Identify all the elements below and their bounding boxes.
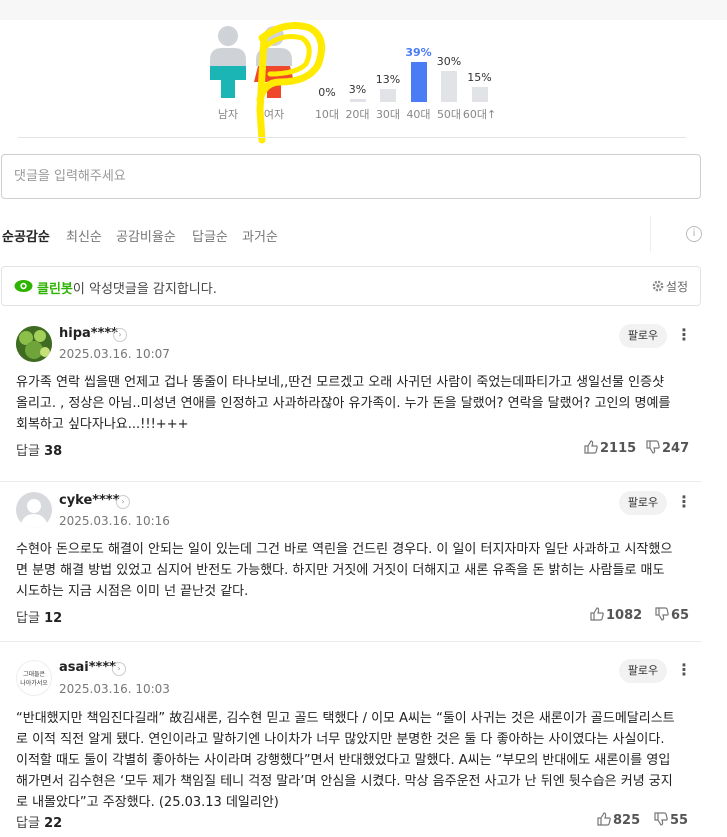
top-strip [0, 0, 727, 20]
age-label: 60대↑ [462, 108, 497, 121]
female-label: 여자 [263, 108, 285, 121]
like-button[interactable]: 2115 [584, 440, 636, 456]
tab-sort-popular[interactable]: 순공감순 [2, 226, 50, 245]
cleanbot-eye-icon [14, 280, 33, 292]
age-percent: 13% [375, 73, 401, 86]
like-count: 2115 [600, 441, 637, 456]
follow-button[interactable]: 팔로우 [619, 659, 667, 683]
comment-text: 수현아 돈으로도 해결이 안되는 일이 있는데 그건 바로 역린을 건드린 경우… [16, 542, 673, 599]
tab-sort-ratio[interactable]: 공감비율순 [116, 226, 176, 245]
age-bar [410, 62, 427, 102]
reply-label: 답글 [16, 444, 40, 459]
comment-text: “반대했지만 책임진다길래” 故김새론, 김수현 믿고 골드 택했다 / 이모 … [16, 711, 675, 810]
reply-count: 12 [44, 611, 63, 626]
more-options-icon[interactable]: ⋮ [676, 660, 692, 682]
age-percent: 30% [436, 55, 462, 68]
age-bar [441, 71, 457, 102]
female-head-icon [264, 26, 284, 46]
age-percent: 15% [467, 71, 492, 84]
more-options-icon[interactable]: ⋮ [676, 325, 692, 347]
reply-button[interactable]: 답글 22 [16, 812, 62, 831]
username[interactable]: cyke**** [59, 493, 120, 508]
avatar[interactable]: 그대들은 나아가서오 [16, 660, 52, 696]
stats-divider [18, 137, 686, 138]
comment-date: 2025.03.16. 10:07 [59, 347, 170, 361]
comment-date: 2025.03.16. 10:03 [59, 682, 170, 696]
reply-count: 22 [44, 816, 63, 831]
dislike-button[interactable]: 65 [655, 607, 689, 623]
comment-text: 유가족 연락 씹을땐 언제고 겁나 똥줄이 타나보네,,딴건 모르겠고 오래 사… [16, 375, 671, 432]
avatar[interactable] [16, 326, 52, 362]
thumbs-up-icon [584, 440, 598, 454]
tab-sort-oldest[interactable]: 과거순 [242, 226, 278, 245]
avatar-text-top: 그대들은 [22, 671, 46, 678]
reply-label: 답글 [16, 611, 40, 626]
follow-button[interactable]: 팔로우 [619, 491, 667, 515]
age-bar [471, 87, 488, 102]
cleanbot-name: 클린봇 [37, 282, 73, 297]
thumbs-up-icon [597, 812, 611, 826]
username[interactable]: asai**** [59, 660, 116, 675]
thumbs-down-icon [654, 812, 668, 826]
dislike-button[interactable]: 247 [646, 440, 689, 456]
cleanbot-settings-button[interactable]: 설정 [652, 278, 688, 295]
age-bar [380, 89, 396, 102]
age-bar [349, 99, 366, 102]
comment-input[interactable]: 댓글을 입력해주세요 [1, 154, 701, 199]
default-avatar-icon [16, 492, 52, 528]
cleanbot-bar: 클린봇이 악성댓글을 감지합니다. 설정 [1, 266, 701, 306]
comment-item: hipa**** › 2025.03.16. 10:07 팔로우 ⋮ 유가족 연… [0, 312, 702, 482]
gear-icon [652, 280, 664, 292]
male-head-icon [218, 26, 238, 46]
like-button[interactable]: 1082 [590, 607, 642, 623]
like-count: 1082 [606, 608, 643, 623]
sort-separator [650, 216, 651, 252]
tab-sort-replies[interactable]: 답글순 [192, 226, 228, 245]
cleanbot-text: 이 악성댓글을 감지합니다. [72, 282, 217, 297]
female-figure-icon [254, 48, 294, 98]
thumbs-down-icon [646, 440, 660, 454]
sort-tabs: 순공감순 최신순 공감비율순 답글순 과거순 i [0, 216, 702, 252]
settings-label: 설정 [665, 280, 688, 294]
reply-count: 38 [44, 444, 63, 459]
dislike-count: 55 [670, 813, 689, 828]
more-options-icon[interactable]: ⋮ [676, 492, 692, 514]
like-button[interactable]: 825 [597, 812, 640, 828]
comment-item: cyke**** › 2025.03.16. 10:16 팔로우 ⋮ 수현아 돈… [0, 482, 702, 642]
like-count: 825 [613, 813, 641, 828]
comment-date: 2025.03.16. 10:16 [59, 514, 170, 528]
thumbs-up-icon [590, 607, 604, 621]
info-icon[interactable]: i [686, 226, 702, 242]
avatar[interactable] [16, 492, 52, 528]
chevron-right-icon[interactable]: › [113, 328, 127, 342]
comment-item: 그대들은 나아가서오 asai**** › 2025.03.16. 10:03 … [0, 642, 702, 837]
dislike-count: 247 [662, 441, 690, 456]
reply-button[interactable]: 답글 38 [16, 440, 62, 459]
reply-label: 답글 [16, 816, 40, 831]
follow-button[interactable]: 팔로우 [619, 324, 667, 348]
chevron-right-icon[interactable]: › [116, 495, 130, 509]
avatar-text-bottom: 나아가서오 [20, 680, 48, 687]
username[interactable]: hipa**** [59, 326, 118, 341]
dislike-count: 65 [671, 608, 690, 623]
chevron-right-icon[interactable]: › [112, 662, 126, 676]
avatar-image [16, 326, 52, 362]
tab-sort-latest[interactable]: 최신순 [66, 226, 102, 245]
male-label: 남자 [217, 108, 239, 121]
thumbs-down-icon [655, 607, 669, 621]
reply-button[interactable]: 답글 12 [16, 607, 62, 626]
demographic-stats: 남자 여자 0% 10대 3% 20대 13% 30대 39% 40대 30% 50대 15% 60대… [0, 20, 702, 144]
dislike-button[interactable]: 55 [654, 812, 688, 828]
male-figure-icon [210, 48, 246, 98]
